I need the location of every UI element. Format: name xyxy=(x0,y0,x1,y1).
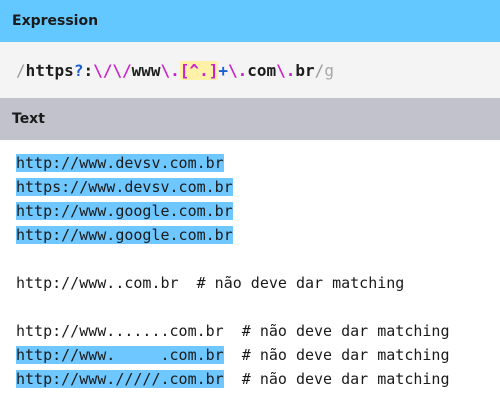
match-highlight: http://www./////.com.br xyxy=(16,370,224,388)
text-line: https://www.devsv.com.br xyxy=(16,176,500,200)
regex-token-escape: \. xyxy=(276,60,296,80)
text-line: http://www. .com.br # não deve dar match… xyxy=(16,344,500,368)
regex-token-escape: \. xyxy=(160,60,180,80)
text-header: Text xyxy=(0,98,500,140)
match-highlight: http://www.google.com.br xyxy=(16,202,233,220)
text-line: http://www.devsv.com.br xyxy=(16,152,500,176)
text-line xyxy=(16,296,500,320)
line-text: http://www.......com.br # não deve dar m… xyxy=(16,322,450,340)
regex-token-literal: https xyxy=(25,60,74,80)
regex-token-escape: \/ xyxy=(112,60,132,80)
text-line xyxy=(16,248,500,272)
regex-token-flag: g xyxy=(324,60,334,80)
text-line: http://www.......com.br # não deve dar m… xyxy=(16,320,500,344)
regex-token-literal: : xyxy=(83,60,94,80)
match-highlight: http://www.google.com.br xyxy=(16,226,233,244)
line-text: http://www..com.br # não deve dar matchi… xyxy=(16,274,405,292)
text-line: http://www.google.com.br xyxy=(16,200,500,224)
text-line: http://www.google.com.br xyxy=(16,224,500,248)
regex-token-quant: ? xyxy=(73,60,84,80)
match-highlight: https://www.devsv.com.br xyxy=(16,178,233,196)
regex-token-escape: \/ xyxy=(93,60,113,80)
regex-token-escape: \. xyxy=(227,60,248,80)
match-highlight: http://www.devsv.com.br xyxy=(16,154,224,172)
line-text: # não deve dar matching xyxy=(223,346,450,364)
regex-token-literal: com xyxy=(247,60,277,80)
test-text-area[interactable]: http://www.devsv.com.br https://www.devsv… xyxy=(0,140,500,392)
expression-input[interactable]: / https?: \/\/www \. [^.] + \. com \. br / g xyxy=(0,42,500,98)
regex-token-literal: www xyxy=(131,60,161,80)
regex-token-quant: + xyxy=(218,60,228,80)
line-text: # não deve dar matching xyxy=(223,370,450,388)
regex-token-slash: / xyxy=(16,60,26,80)
text-title: Text xyxy=(12,111,45,127)
regex-tester: Expression / https?: \/\/www \. [^.] + \. com \.… xyxy=(0,0,500,400)
text-line: http://www..com.br # não deve dar matchi… xyxy=(16,272,500,296)
match-highlight: http://www. .com.br xyxy=(16,346,224,364)
regex-token-class: [^.] xyxy=(179,60,219,80)
text-line: http://www./////.com.br # não deve dar m… xyxy=(16,368,500,392)
regex-token-literal: br xyxy=(295,60,315,80)
regex-token-slash: / xyxy=(314,60,325,80)
expression-header: Expression xyxy=(0,0,500,42)
expression-title: Expression xyxy=(12,13,99,29)
